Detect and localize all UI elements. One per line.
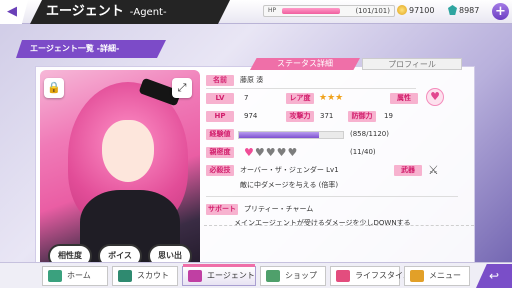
nav-shop[interactable]: ショップ — [260, 266, 326, 286]
add-gem-button[interactable]: + — [492, 3, 509, 20]
nav-lifestyle[interactable]: ライフスタイル — [330, 266, 411, 286]
character-card — [40, 70, 200, 270]
name-label: 名前 — [206, 75, 234, 86]
expand-button[interactable]: ⤢ — [172, 78, 192, 98]
tab-status-detail[interactable]: ステータス詳細 — [250, 58, 360, 70]
divider-dotted — [204, 225, 474, 226]
defense-label: 防御力 — [348, 111, 376, 122]
expand-icon: ⤢ — [177, 81, 187, 94]
agent-icon — [188, 270, 202, 282]
name-value: 藤原 湊 — [240, 76, 264, 84]
return-icon: ↩ — [488, 269, 500, 283]
affinity-hearts: ♥♥♥♥♥ — [244, 147, 298, 158]
nav-menu[interactable]: メニュー — [404, 266, 470, 286]
back-arrow-icon: ◀ — [7, 4, 17, 19]
exp-label: 経験値 — [206, 129, 234, 140]
nav-agent[interactable]: エージェント — [182, 264, 256, 286]
heart-attribute-icon: ♥ — [426, 88, 444, 106]
player-hp-bar: HP (101/101) — [263, 5, 395, 17]
support-value: プリティー・チャーム — [244, 205, 314, 213]
nav-home[interactable]: ホーム — [42, 266, 108, 286]
divider — [206, 88, 416, 89]
hp-stat-label: HP — [206, 111, 234, 122]
nav-home-label: ホーム — [67, 271, 91, 280]
lv-value: 7 — [244, 94, 249, 102]
heart-icon: ♥ — [244, 146, 255, 159]
attack-label: 攻撃力 — [286, 111, 314, 122]
exp-fill — [239, 132, 319, 138]
hp-fill — [282, 8, 340, 14]
gem-value: 8987 — [459, 6, 480, 15]
exp-bar — [238, 131, 344, 139]
divider — [206, 196, 458, 197]
coin-icon — [397, 5, 407, 15]
nav-scout-label: スカウト — [137, 271, 169, 280]
gem-icon — [448, 5, 457, 15]
page-title: エージェント -Agent- — [30, 0, 230, 24]
nav-scout[interactable]: スカウト — [112, 266, 178, 286]
skill-description: 敵に中ダメージを与える (倍率) — [240, 181, 339, 189]
skill-label: 必殺技 — [206, 165, 234, 176]
nav-agent-label: エージェント — [207, 271, 255, 280]
rarity-label: レア度 — [286, 93, 314, 104]
heart-icon: ♥ — [254, 146, 266, 159]
character-face — [102, 120, 154, 182]
affinity-value: (11/40) — [350, 148, 376, 156]
heart-icon: ♥ — [276, 146, 288, 159]
sword-icon: ⚔ — [428, 163, 439, 177]
support-description: メインエージェントが受けるダメージを少しDOWNする — [234, 219, 411, 227]
nav-lifestyle-label: ライフスタイル — [355, 271, 411, 280]
defense-value: 19 — [384, 112, 393, 120]
page-title-text: エージェント — [46, 4, 124, 19]
rarity-stars: ★★★ — [319, 93, 344, 103]
nav-menu-label: メニュー — [429, 271, 461, 280]
heart-icon: ♥ — [287, 146, 299, 159]
shop-icon — [266, 270, 280, 282]
home-icon — [48, 270, 62, 282]
support-label: サポート — [206, 204, 238, 215]
lock-button[interactable]: 🔒 — [44, 78, 64, 98]
lifestyle-icon — [336, 270, 350, 282]
plus-icon: + — [495, 4, 506, 19]
hp-label: HP — [268, 7, 277, 14]
affinity-label: 親密度 — [206, 147, 234, 158]
exp-value: (858/1120) — [350, 130, 389, 138]
attribute-label: 属性 — [390, 93, 418, 104]
attack-value: 371 — [320, 112, 334, 120]
gem-counter: 8987 — [448, 5, 494, 17]
breadcrumb: エージェント一覧 -詳細- — [16, 40, 166, 58]
skill-value: オーバー・ザ・ジェンダー Lv1 — [240, 166, 339, 174]
nav-shop-label: ショップ — [285, 271, 317, 280]
tab-profile[interactable]: プロフィール — [362, 58, 462, 70]
page-title-en: -Agent- — [129, 7, 167, 18]
coin-value: 97100 — [409, 6, 435, 15]
lock-icon: 🔒 — [47, 81, 61, 94]
hp-value: (101/101) — [355, 7, 390, 15]
hp-stat-value: 974 — [244, 112, 258, 120]
weapon-label: 武器 — [394, 165, 422, 176]
heart-icon: ♥ — [265, 146, 277, 159]
scout-icon — [118, 270, 132, 282]
menu-icon — [410, 270, 424, 282]
lv-label: LV — [206, 93, 234, 104]
